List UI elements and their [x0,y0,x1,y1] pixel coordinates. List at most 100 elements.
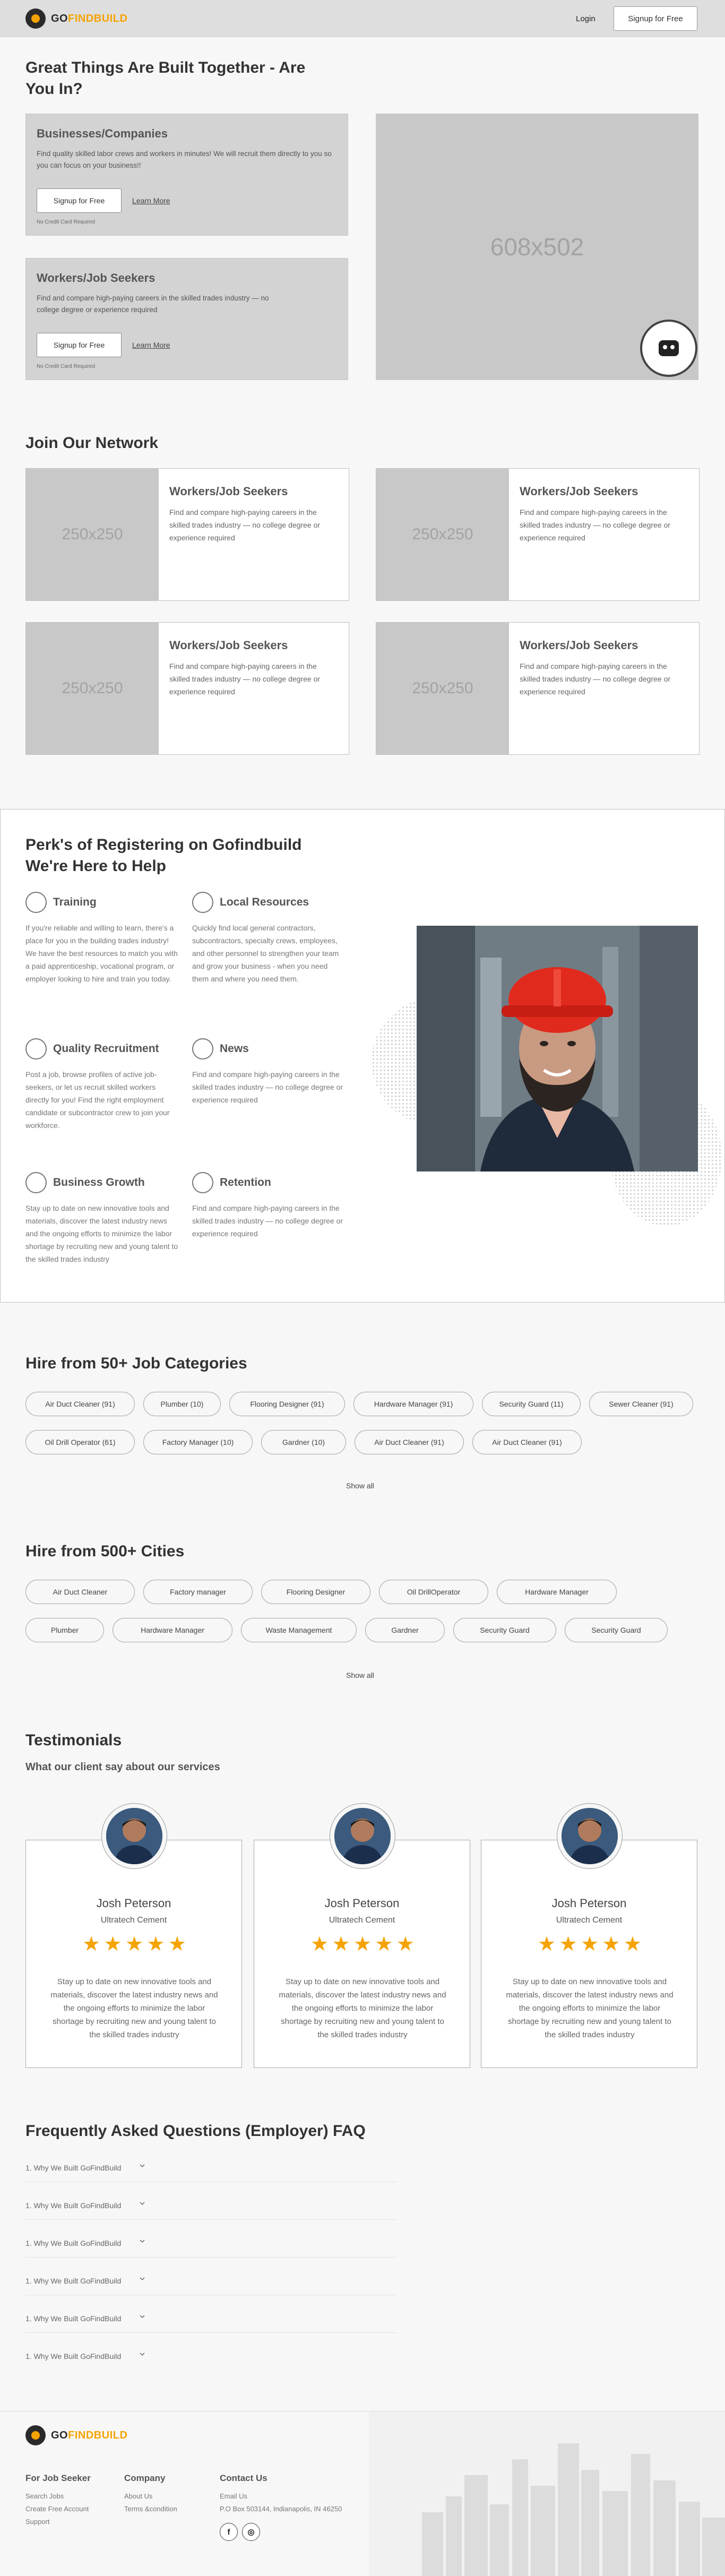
footer-link[interactable]: Support [25,2518,50,2526]
circle-icon [25,892,47,913]
perk-title: Business Growth [53,1176,145,1188]
star-icon: ★ [580,1933,599,1955]
network-card-title: Workers/Job Seekers [520,485,638,498]
perk-title: Quality Recruitment [53,1043,159,1055]
faq-item[interactable]: 1. Why We Built GoFindBuild [25,2182,397,2220]
network-card[interactable]: 250x250 Workers/Job Seekers Find and com… [25,468,349,601]
avatar [334,1808,391,1864]
person-avatar-icon [334,1808,391,1864]
category-chip[interactable]: Security Guard (11) [482,1392,581,1416]
city-skyline-decoration [369,2411,725,2576]
city-chip[interactable]: Gardner [365,1618,445,1642]
gear-logo-icon [25,2425,46,2445]
person-avatar-icon [106,1808,162,1864]
faq-question: 1. Why We Built GoFindBuild [25,2352,122,2360]
robot-icon [659,340,679,356]
chatbot-button[interactable] [640,320,697,377]
perk-text: Post a job, browse profiles of active jo… [25,1070,170,1130]
gear-logo-icon [25,8,46,29]
chevron-down-icon [140,2202,145,2205]
perk-title: Local Resources [220,896,309,908]
network-card[interactable]: 250x250 Workers/Job Seekers Find and com… [25,622,349,755]
chevron-down-icon [140,2277,145,2281]
workers-signup-button[interactable]: Signup for Free [37,333,122,357]
star-icon: ★ [310,1933,329,1955]
cities-show-all-link[interactable]: Show all [346,1671,374,1679]
network-card[interactable]: 250x250 Workers/Job Seekers Find and com… [376,468,700,601]
network-card-title: Workers/Job Seekers [169,639,288,652]
faq-question: 1. Why We Built GoFindBuild [25,2201,122,2210]
faq-item[interactable]: 1. Why We Built GoFindBuild [25,2144,397,2182]
logo[interactable]: GOFINDBUILD [25,8,127,29]
logo-go: GO [51,12,68,24]
network-card-text: Find and compare high-paying careers in … [520,508,671,542]
rating-stars: ★ ★ ★ ★ ★ [82,1933,186,1955]
city-chip[interactable]: Security Guard [565,1618,668,1642]
footer-col-company-title: Company [124,2473,166,2483]
businesses-card: Businesses/Companies Find quality skille… [25,114,348,236]
faq-item[interactable]: 1. Why We Built GoFindBuild [25,2333,397,2371]
circle-icon [192,892,213,913]
category-chip[interactable]: Flooring Designer (91) [229,1392,345,1416]
faq-item[interactable]: 1. Why We Built GoFindBuild [25,2220,397,2258]
network-card-image: 250x250 [26,469,159,600]
testimonial-card: Josh Peterson Ultratech Cement ★ ★ ★ ★ ★ Sta… [481,1803,697,2068]
faq-item[interactable]: 1. Why We Built GoFindBuild [25,2258,397,2295]
categories-title: Hire from 50+ Job Categories [25,1355,247,1372]
footer-link[interactable]: Create Free Account [25,2505,89,2513]
footer-link[interactable]: About Us [124,2492,152,2500]
category-chip[interactable]: Gardner (10) [261,1430,346,1454]
testimonial-company: Ultratech Cement [100,1916,167,1925]
category-chip[interactable]: Factory Manager (10) [143,1430,253,1454]
categories-show-all-link[interactable]: Show all [346,1481,374,1490]
category-chip[interactable]: Air Duct Cleaner (91) [25,1392,135,1416]
businesses-signup-button[interactable]: Signup for Free [37,188,122,213]
header-signup-button[interactable]: Signup for Free [614,6,697,31]
category-chip[interactable]: Plumber (10) [143,1392,221,1416]
category-chip[interactable]: Sewer Cleaner (91) [589,1392,693,1416]
category-chip[interactable]: Air Duct Cleaner (91) [472,1430,582,1454]
chevron-down-icon [140,2164,145,2168]
city-chip[interactable]: Hardware Manager [113,1618,232,1642]
testimonial-text: Stay up to date on new innovative tools … [50,1977,218,2039]
facebook-icon[interactable]: f [220,2523,238,2541]
businesses-learn-more-link[interactable]: Learn More [132,196,170,205]
city-chip[interactable]: Oil DrillOperator [379,1580,488,1604]
faq-question: 1. Why We Built GoFindBuild [25,2277,122,2285]
testimonial-text: Stay up to date on new innovative tools … [506,1977,674,2039]
city-chip[interactable]: Air Duct Cleaner [25,1580,135,1604]
perk-text: If you're reliable and willing to learn,… [25,924,178,983]
worker-photo [417,926,698,1171]
logo-find: FINDBUILD [68,2429,128,2441]
login-link[interactable]: Login [576,14,595,23]
network-card-text: Find and compare high-paying careers in … [520,662,671,696]
instagram-icon[interactable]: ◎ [242,2523,260,2541]
faq-item[interactable]: 1. Why We Built GoFindBuild [25,2295,397,2333]
workers-learn-more-link[interactable]: Learn More [132,341,170,349]
city-chip[interactable]: Hardware Manager [497,1580,617,1604]
category-chip[interactable]: Oil Drill Operator (61) [25,1430,135,1454]
businesses-no-credit-card: No Credit Card Required [37,219,96,225]
network-card-text: Find and compare high-paying careers in … [169,508,321,542]
star-icon: ★ [82,1933,101,1955]
footer-link[interactable]: Search Jobs [25,2492,64,2500]
city-chip[interactable]: Flooring Designer [261,1580,370,1604]
testimonial-text: Stay up to date on new innovative tools … [279,1977,446,2039]
footer-link[interactable]: Email Us [220,2492,247,2500]
city-chip[interactable]: Plumber [25,1618,104,1642]
avatar [562,1808,618,1864]
circle-icon [25,1172,47,1193]
site-footer: GOFINDBUILD For Job Seeker Search Jobs C… [0,2411,725,2576]
footer-link[interactable]: Terms &condition [124,2505,177,2513]
city-chip[interactable]: Factory manager [143,1580,253,1604]
category-chip[interactable]: Air Duct Cleaner (91) [355,1430,464,1454]
network-card-image: 250x250 [376,469,509,600]
perks-title-line1: Perk's of Registering on Gofindbuild [25,836,302,854]
network-card-title: Workers/Job Seekers [169,485,288,498]
network-card[interactable]: 250x250 Workers/Job Seekers Find and com… [376,622,700,755]
city-chip[interactable]: Security Guard [453,1618,556,1642]
footer-logo[interactable]: GOFINDBUILD [25,2425,127,2445]
faq-question: 1. Why We Built GoFindBuild [25,2239,122,2247]
category-chip[interactable]: Hardware Manager (91) [353,1392,473,1416]
city-chip[interactable]: Waste Management [241,1618,357,1642]
